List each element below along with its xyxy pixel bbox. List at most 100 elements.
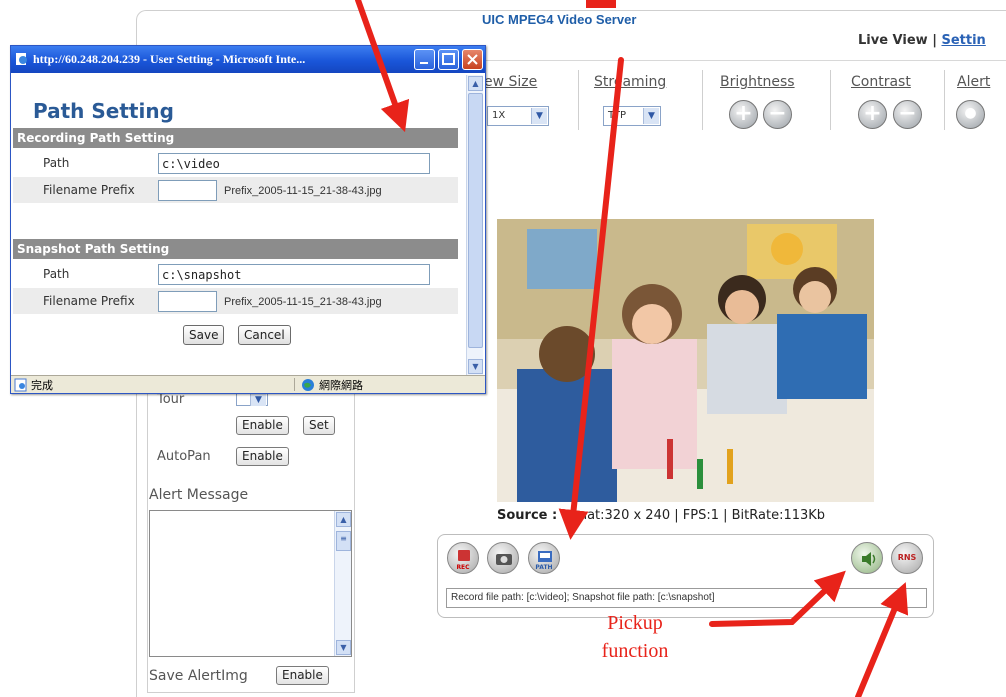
autopan-enable-button[interactable]: Enable [236, 447, 289, 466]
topbar-divider [470, 60, 1006, 61]
chevron-down-icon: ▼ [643, 108, 659, 124]
rns-button[interactable]: RNS [891, 542, 923, 574]
tour-label: Tour [157, 392, 185, 407]
alert-icon: ● [964, 105, 977, 121]
streaming-select[interactable]: TTP ▼ [603, 106, 661, 126]
snapshot-button[interactable] [487, 542, 519, 574]
view-size-label: ew Size [484, 74, 538, 90]
pickup-function-annotation: Pickup function [590, 609, 680, 665]
contrast-plus-button[interactable]: + [858, 100, 887, 129]
contrast-minus-button[interactable]: − [893, 100, 922, 129]
recording-prefix-row: Filename Prefix Prefix_2005-11-15_21-38-… [13, 177, 458, 203]
nav-separator: | [932, 33, 937, 48]
globe-icon [302, 379, 314, 391]
path-setting-heading: Path Setting [33, 99, 174, 123]
close-button[interactable] [462, 49, 483, 70]
scroll-thumb[interactable] [468, 93, 483, 348]
record-button[interactable]: REC [447, 542, 479, 574]
user-setting-popup-window: http://60.248.204.239 - User Setting - M… [10, 45, 486, 394]
control-separator [830, 70, 831, 130]
maximize-button[interactable] [438, 49, 459, 70]
minus-icon: − [898, 101, 917, 126]
path-setting-button[interactable]: PATH [528, 542, 560, 574]
minimize-button[interactable] [414, 49, 435, 70]
rns-tag: RNS [897, 553, 917, 562]
streaming-label: Streaming [594, 74, 667, 90]
recording-section-header: Recording Path Setting [13, 128, 458, 148]
speaker-icon [862, 552, 876, 566]
alert-button[interactable]: ● [956, 100, 985, 129]
scroll-up-icon[interactable]: ▲ [468, 76, 483, 91]
plus-icon: + [734, 101, 753, 126]
video-photo-illustration [497, 219, 874, 502]
file-path-status: Record file path: [c:\video]; Snapshot f… [446, 588, 927, 608]
pickup-line-2: function [601, 640, 669, 662]
alert-label: Alert [957, 74, 991, 90]
maximize-icon [442, 53, 455, 65]
cancel-button[interactable]: Cancel [238, 325, 291, 345]
scroll-up-icon[interactable]: ▲ [336, 512, 351, 527]
ie-page-icon [16, 53, 27, 65]
scroll-down-icon[interactable]: ▼ [336, 640, 351, 655]
scroll-thumb[interactable]: ≡ [336, 531, 351, 551]
alert-message-textarea[interactable]: ▲ ≡ ▼ [149, 510, 352, 657]
scroll-down-icon[interactable]: ▼ [468, 359, 483, 374]
snapshot-prefix-input[interactable] [158, 291, 217, 312]
brightness-label: Brightness [720, 74, 795, 90]
minus-icon: − [768, 101, 787, 126]
tour-enable-button[interactable]: Enable [236, 416, 289, 435]
alert-message-label: Alert Message [149, 487, 249, 503]
recording-path-input[interactable] [158, 153, 430, 174]
save-button[interactable]: Save [183, 325, 225, 345]
tour-set-button[interactable]: Set [303, 416, 335, 435]
recording-path-row: Path [13, 150, 458, 176]
view-size-value: 1X [492, 110, 506, 121]
control-separator [578, 70, 579, 130]
nav-setting-link[interactable]: Settin [941, 33, 985, 48]
save-alertimg-enable-button[interactable]: Enable [276, 666, 329, 685]
top-nav: Live View | Settin [858, 33, 986, 48]
chevron-down-icon: ▼ [531, 108, 547, 124]
pickup-line-1: Pickup [607, 612, 663, 634]
status-done-text: 完成 [31, 379, 53, 392]
screenshot-stage: UIC MPEG4 Video Server Live View | Setti… [0, 0, 1006, 697]
streaming-value: TTP [608, 110, 627, 121]
view-size-select[interactable]: 1X ▼ [487, 106, 549, 126]
snapshot-prefix-label: Filename Prefix [43, 294, 135, 308]
minimize-icon [420, 62, 428, 64]
autopan-label: AutoPan [157, 449, 211, 464]
live-video-frame [497, 219, 874, 502]
textarea-scrollbar[interactable]: ▲ ≡ ▼ [334, 511, 351, 656]
popup-statusbar: 完成 網際網路 [11, 375, 485, 393]
brightness-minus-button[interactable]: − [763, 100, 792, 129]
snapshot-path-row: Path [13, 261, 458, 287]
save-alertimg-label: Save AlertImg [149, 668, 248, 684]
source-info-line: Source : ormat:320 x 240 | FPS:1 | BitRa… [497, 508, 825, 523]
control-separator [944, 70, 945, 130]
recording-prefix-input[interactable] [158, 180, 217, 201]
snapshot-section-header: Snapshot Path Setting [13, 239, 458, 259]
chevron-down-icon: ▼ [250, 394, 266, 406]
camera-icon [496, 554, 512, 565]
record-tag: REC [456, 564, 470, 571]
close-icon [467, 54, 478, 65]
server-title: UIC MPEG4 Video Server [482, 12, 637, 27]
pickup-audio-button[interactable] [851, 542, 883, 574]
recording-prefix-label: Filename Prefix [43, 183, 135, 197]
path-tag: PATH [535, 564, 553, 571]
snapshot-path-label: Path [43, 267, 70, 281]
snapshot-prefix-example: Prefix_2005-11-15_21-38-43.jpg [224, 296, 382, 308]
snapshot-path-input[interactable] [158, 264, 430, 285]
snapshot-prefix-row: Filename Prefix Prefix_2005-11-15_21-38-… [13, 288, 458, 314]
source-label: Source : [497, 508, 558, 523]
status-separator [294, 378, 295, 391]
recording-prefix-example: Prefix_2005-11-15_21-38-43.jpg [224, 185, 382, 197]
nav-live-view[interactable]: Live View [858, 33, 928, 48]
popup-vertical-scrollbar[interactable]: ▲ ▼ [466, 75, 483, 375]
source-info: ormat:320 x 240 | FPS:1 | BitRate:113Kb [561, 508, 826, 523]
tour-select[interactable]: ▼ [236, 392, 268, 406]
page-done-icon [14, 378, 27, 392]
popup-content: Path Setting Recording Path Setting Path… [13, 75, 468, 375]
brightness-plus-button[interactable]: + [729, 100, 758, 129]
contrast-label: Contrast [851, 74, 911, 90]
